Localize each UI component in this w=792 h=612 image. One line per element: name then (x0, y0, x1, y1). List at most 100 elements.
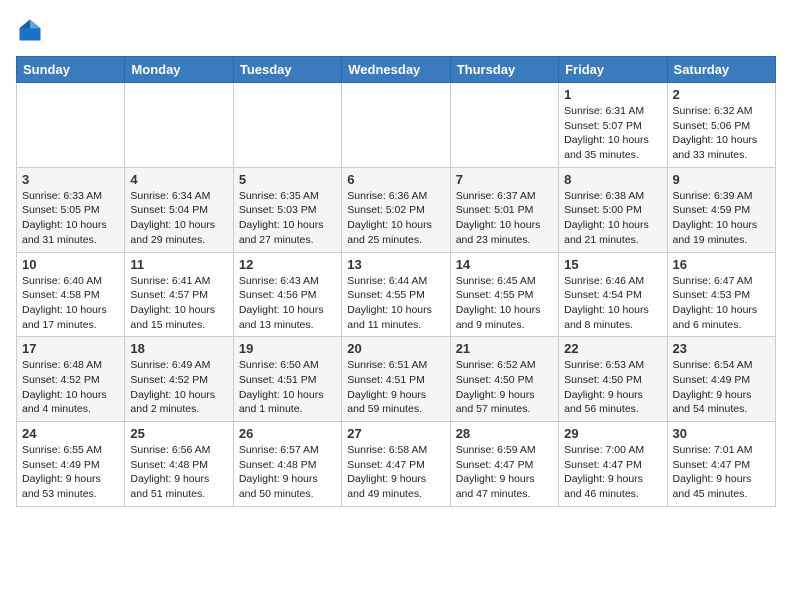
calendar-cell: 23 Sunrise: 6:54 AM Sunset: 4:49 PM Dayli… (667, 337, 775, 422)
weekday-header-thursday: Thursday (450, 57, 558, 83)
day-number: 19 (239, 341, 336, 356)
day-number: 24 (22, 426, 119, 441)
day-info: Sunrise: 6:55 AM Sunset: 4:49 PM Dayligh… (22, 443, 119, 502)
weekday-header-monday: Monday (125, 57, 233, 83)
calendar-cell: 18 Sunrise: 6:49 AM Sunset: 4:52 PM Dayli… (125, 337, 233, 422)
calendar-cell: 12Sunrise: 6:43 AM Sunset: 4:56 PM Dayli… (233, 252, 341, 337)
day-info: Sunrise: 6:38 AM Sunset: 5:00 PM Dayligh… (564, 189, 661, 248)
day-number: 10 (22, 257, 119, 272)
day-info: Sunrise: 6:45 AM Sunset: 4:55 PM Dayligh… (456, 274, 553, 333)
calendar-cell: 6 Sunrise: 6:36 AM Sunset: 5:02 PM Daylig… (342, 167, 450, 252)
weekday-header-sunday: Sunday (17, 57, 125, 83)
day-number: 13 (347, 257, 444, 272)
logo-icon (16, 16, 44, 44)
calendar-cell: 3Sunrise: 6:33 AM Sunset: 5:05 PM Daylig… (17, 167, 125, 252)
day-info: Sunrise: 6:49 AM Sunset: 4:52 PM Dayligh… (130, 358, 227, 417)
day-info: Sunrise: 6:57 AM Sunset: 4:48 PM Dayligh… (239, 443, 336, 502)
calendar-cell: 1 Sunrise: 6:31 AM Sunset: 5:07 PM Daylig… (559, 83, 667, 168)
day-info: Sunrise: 6:37 AM Sunset: 5:01 PM Dayligh… (456, 189, 553, 248)
day-info: Sunrise: 6:54 AM Sunset: 4:49 PM Dayligh… (673, 358, 770, 417)
day-info: Sunrise: 6:32 AM Sunset: 5:06 PM Dayligh… (673, 104, 770, 163)
page: SundayMondayTuesdayWednesdayThursdayFrid… (0, 0, 792, 523)
calendar-cell: 15Sunrise: 6:46 AM Sunset: 4:54 PM Dayli… (559, 252, 667, 337)
calendar-cell: 5Sunrise: 6:35 AM Sunset: 5:03 PM Daylig… (233, 167, 341, 252)
calendar-cell: 7 Sunrise: 6:37 AM Sunset: 5:01 PM Daylig… (450, 167, 558, 252)
calendar-cell: 8 Sunrise: 6:38 AM Sunset: 5:00 PM Daylig… (559, 167, 667, 252)
day-info: Sunrise: 6:33 AM Sunset: 5:05 PM Dayligh… (22, 189, 119, 248)
calendar-cell: 29Sunrise: 7:00 AM Sunset: 4:47 PM Dayli… (559, 422, 667, 507)
week-row-2: 3Sunrise: 6:33 AM Sunset: 5:05 PM Daylig… (17, 167, 776, 252)
day-info: Sunrise: 7:01 AM Sunset: 4:47 PM Dayligh… (673, 443, 770, 502)
day-number: 2 (673, 87, 770, 102)
day-info: Sunrise: 6:53 AM Sunset: 4:50 PM Dayligh… (564, 358, 661, 417)
day-number: 20 (347, 341, 444, 356)
day-number: 26 (239, 426, 336, 441)
logo (16, 16, 48, 44)
calendar-cell: 11Sunrise: 6:41 AM Sunset: 4:57 PM Dayli… (125, 252, 233, 337)
day-info: Sunrise: 6:48 AM Sunset: 4:52 PM Dayligh… (22, 358, 119, 417)
calendar-cell: 13 Sunrise: 6:44 AM Sunset: 4:55 PM Dayli… (342, 252, 450, 337)
calendar-cell: 16 Sunrise: 6:47 AM Sunset: 4:53 PM Dayli… (667, 252, 775, 337)
calendar-cell (125, 83, 233, 168)
calendar-cell: 30 Sunrise: 7:01 AM Sunset: 4:47 PM Dayli… (667, 422, 775, 507)
day-number: 28 (456, 426, 553, 441)
day-number: 18 (130, 341, 227, 356)
day-number: 8 (564, 172, 661, 187)
calendar-cell: 17 Sunrise: 6:48 AM Sunset: 4:52 PM Dayli… (17, 337, 125, 422)
day-info: Sunrise: 6:51 AM Sunset: 4:51 PM Dayligh… (347, 358, 444, 417)
day-info: Sunrise: 6:44 AM Sunset: 4:55 PM Dayligh… (347, 274, 444, 333)
header (16, 16, 776, 44)
calendar-cell: 24 Sunrise: 6:55 AM Sunset: 4:49 PM Dayli… (17, 422, 125, 507)
day-info: Sunrise: 6:41 AM Sunset: 4:57 PM Dayligh… (130, 274, 227, 333)
day-info: Sunrise: 6:34 AM Sunset: 5:04 PM Dayligh… (130, 189, 227, 248)
day-number: 22 (564, 341, 661, 356)
calendar-cell: 9 Sunrise: 6:39 AM Sunset: 4:59 PM Daylig… (667, 167, 775, 252)
week-row-1: 1 Sunrise: 6:31 AM Sunset: 5:07 PM Daylig… (17, 83, 776, 168)
day-number: 7 (456, 172, 553, 187)
calendar-cell: 20 Sunrise: 6:51 AM Sunset: 4:51 PM Dayli… (342, 337, 450, 422)
day-info: Sunrise: 6:50 AM Sunset: 4:51 PM Dayligh… (239, 358, 336, 417)
day-info: Sunrise: 6:40 AM Sunset: 4:58 PM Dayligh… (22, 274, 119, 333)
week-row-5: 24 Sunrise: 6:55 AM Sunset: 4:49 PM Dayli… (17, 422, 776, 507)
calendar-cell: 19 Sunrise: 6:50 AM Sunset: 4:51 PM Dayli… (233, 337, 341, 422)
day-number: 30 (673, 426, 770, 441)
calendar-cell: 10 Sunrise: 6:40 AM Sunset: 4:58 PM Dayli… (17, 252, 125, 337)
day-info: Sunrise: 6:35 AM Sunset: 5:03 PM Dayligh… (239, 189, 336, 248)
day-number: 27 (347, 426, 444, 441)
day-number: 25 (130, 426, 227, 441)
day-info: Sunrise: 6:59 AM Sunset: 4:47 PM Dayligh… (456, 443, 553, 502)
week-row-4: 17 Sunrise: 6:48 AM Sunset: 4:52 PM Dayli… (17, 337, 776, 422)
calendar-cell: 14 Sunrise: 6:45 AM Sunset: 4:55 PM Dayli… (450, 252, 558, 337)
day-info: Sunrise: 6:56 AM Sunset: 4:48 PM Dayligh… (130, 443, 227, 502)
day-info: Sunrise: 6:52 AM Sunset: 4:50 PM Dayligh… (456, 358, 553, 417)
day-number: 9 (673, 172, 770, 187)
day-info: Sunrise: 6:47 AM Sunset: 4:53 PM Dayligh… (673, 274, 770, 333)
day-info: Sunrise: 6:31 AM Sunset: 5:07 PM Dayligh… (564, 104, 661, 163)
day-info: Sunrise: 7:00 AM Sunset: 4:47 PM Dayligh… (564, 443, 661, 502)
calendar-cell: 4 Sunrise: 6:34 AM Sunset: 5:04 PM Daylig… (125, 167, 233, 252)
day-info: Sunrise: 6:36 AM Sunset: 5:02 PM Dayligh… (347, 189, 444, 248)
weekday-header-wednesday: Wednesday (342, 57, 450, 83)
day-number: 4 (130, 172, 227, 187)
calendar-cell: 22 Sunrise: 6:53 AM Sunset: 4:50 PM Dayli… (559, 337, 667, 422)
calendar-cell: 28 Sunrise: 6:59 AM Sunset: 4:47 PM Dayli… (450, 422, 558, 507)
day-number: 6 (347, 172, 444, 187)
day-info: Sunrise: 6:46 AM Sunset: 4:54 PM Dayligh… (564, 274, 661, 333)
day-number: 17 (22, 341, 119, 356)
weekday-header-tuesday: Tuesday (233, 57, 341, 83)
day-number: 1 (564, 87, 661, 102)
calendar-cell: 26 Sunrise: 6:57 AM Sunset: 4:48 PM Dayli… (233, 422, 341, 507)
calendar-cell (342, 83, 450, 168)
day-number: 16 (673, 257, 770, 272)
weekday-header-friday: Friday (559, 57, 667, 83)
calendar-table: SundayMondayTuesdayWednesdayThursdayFrid… (16, 56, 776, 507)
week-row-3: 10 Sunrise: 6:40 AM Sunset: 4:58 PM Dayli… (17, 252, 776, 337)
day-number: 23 (673, 341, 770, 356)
calendar-cell (233, 83, 341, 168)
day-info: Sunrise: 6:39 AM Sunset: 4:59 PM Dayligh… (673, 189, 770, 248)
calendar-cell: 21Sunrise: 6:52 AM Sunset: 4:50 PM Dayli… (450, 337, 558, 422)
calendar-cell (450, 83, 558, 168)
weekday-header-saturday: Saturday (667, 57, 775, 83)
calendar-cell: 25 Sunrise: 6:56 AM Sunset: 4:48 PM Dayli… (125, 422, 233, 507)
day-number: 14 (456, 257, 553, 272)
